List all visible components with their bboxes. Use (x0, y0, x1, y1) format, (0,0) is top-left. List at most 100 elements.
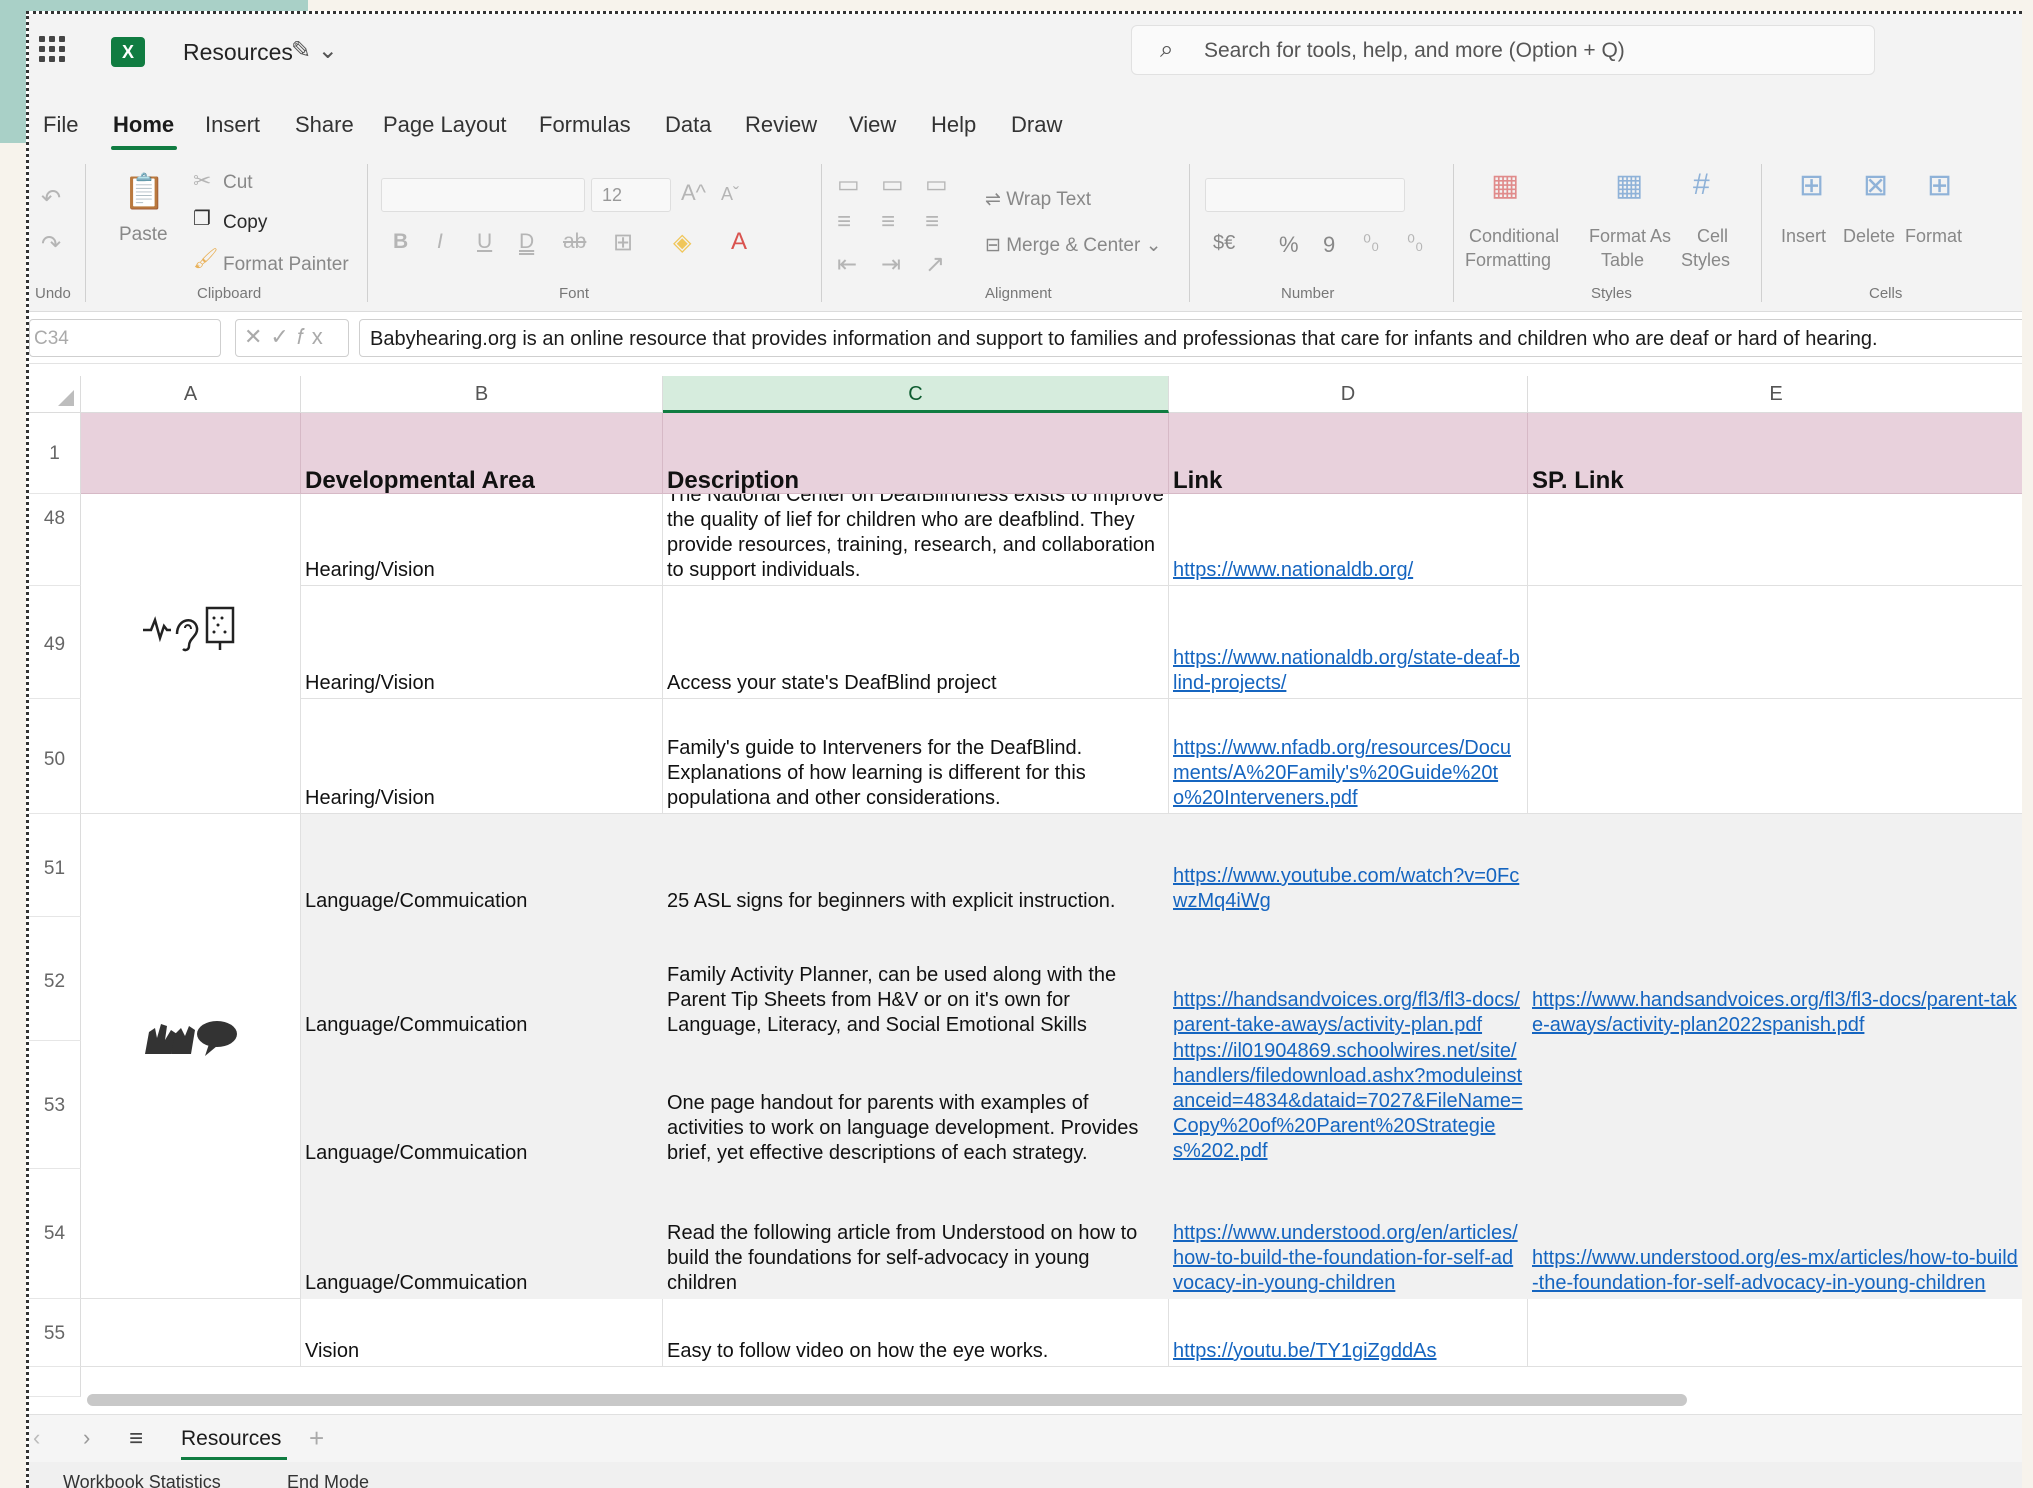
delete-cells-icon[interactable]: ⊠ (1863, 168, 1888, 203)
row-header-1[interactable]: 1 (29, 413, 81, 494)
format-painter-button[interactable]: Format Painter (223, 254, 349, 276)
cell-styles-icon[interactable]: # (1693, 168, 1710, 202)
row-header-53[interactable]: 53 (29, 1041, 81, 1169)
number-format-select[interactable] (1205, 178, 1405, 212)
hyperlink[interactable]: https://www.nationaldb.org/state-deaf-bl… (1173, 646, 1523, 696)
format-painter-icon[interactable]: 🖌 (193, 246, 218, 271)
hyperlink[interactable]: https://www.nfadb.org/resources/Document… (1173, 736, 1523, 811)
hyperlink[interactable]: https://www.understood.org/es-mx/article… (1532, 1246, 2020, 1296)
increase-decimal-icon[interactable]: ⁰₀ (1363, 230, 1379, 255)
align-middle-icon[interactable]: ▭ (881, 170, 904, 199)
paste-icon[interactable]: 📋 (123, 172, 165, 212)
format-as-table-label-1[interactable]: Format As (1589, 226, 1671, 247)
row-header-50[interactable]: 50 (29, 699, 81, 814)
underline-icon[interactable]: U (477, 230, 492, 254)
horizontal-scrollbar[interactable] (87, 1394, 1687, 1406)
tab-help[interactable]: Help (931, 112, 976, 138)
row-header-55[interactable]: 55 (29, 1299, 81, 1367)
decrease-indent-icon[interactable]: ⇤ (837, 250, 857, 279)
paste-button[interactable]: Paste (119, 224, 168, 246)
cell-d51[interactable]: https://www.youtube.com/watch?v=0FcwzMq4… (1169, 814, 1528, 917)
row-header-56[interactable] (29, 1367, 81, 1397)
cell-e55[interactable] (1528, 1299, 2022, 1367)
hyperlink[interactable]: https://youtu.be/TY1giZgddAs (1173, 1339, 1523, 1364)
column-header-e[interactable]: E (1528, 376, 2022, 413)
cell-e51[interactable] (1528, 814, 2022, 917)
cell-b54[interactable]: Language/Commuication (301, 1169, 663, 1299)
row-header-51[interactable]: 51 (29, 814, 81, 917)
align-top-icon[interactable]: ▭ (837, 170, 860, 199)
cut-button[interactable]: Cut (223, 172, 253, 194)
tab-home[interactable]: Home (113, 112, 174, 138)
cell-d48[interactable]: https://www.nationaldb.org/ (1169, 494, 1528, 586)
font-name-select[interactable] (381, 178, 585, 212)
cell-b50[interactable]: Hearing/Vision (301, 699, 663, 814)
scroll-left-icon[interactable]: ‹ (33, 1425, 40, 1451)
tab-review[interactable]: Review (745, 112, 817, 138)
cell-a51-merged[interactable] (81, 814, 301, 1299)
conditional-formatting-label-2[interactable]: Formatting (1465, 250, 1551, 271)
column-header-d[interactable]: D (1169, 376, 1528, 413)
strikethrough-icon[interactable]: ab (563, 230, 586, 254)
formula-input[interactable]: Babyhearing.org is an online resource th… (359, 319, 2022, 357)
conditional-formatting-label-1[interactable]: Conditional (1469, 226, 1559, 247)
cell-e52[interactable]: https://www.handsandvoices.org/fl3/fl3-d… (1528, 917, 2022, 1041)
italic-icon[interactable]: I (437, 230, 443, 254)
cell-c48[interactable]: The National Center on DeafBlindness exi… (663, 494, 1169, 586)
undo-icon[interactable]: ↶ (41, 184, 61, 213)
cell-d50[interactable]: https://www.nfadb.org/resources/Document… (1169, 699, 1528, 814)
formula-controls[interactable]: ✕✓𝑓x (235, 319, 349, 357)
currency-button[interactable]: $€ (1213, 232, 1235, 255)
hyperlink[interactable]: https://www.youtube.com/watch?v=0FcwzMq4… (1173, 864, 1523, 914)
cell-c54[interactable]: Read the following article from Understo… (663, 1169, 1169, 1299)
add-sheet-button[interactable]: + (309, 1423, 324, 1454)
tab-draw[interactable]: Draw (1011, 112, 1062, 138)
sheet-tab-resources[interactable]: Resources (181, 1427, 281, 1451)
cell-e50[interactable] (1528, 699, 2022, 814)
borders-icon[interactable]: ⊞ (613, 228, 633, 257)
search-box[interactable]: ⌕ Search for tools, help, and more (Opti… (1131, 25, 1875, 75)
align-left-icon[interactable]: ≡ (837, 208, 851, 236)
bold-icon[interactable]: B (393, 230, 408, 254)
row-header-54[interactable]: 54 (29, 1169, 81, 1299)
cell-d52[interactable]: https://handsandvoices.org/fl3/fl3-docs/… (1169, 917, 1528, 1041)
format-as-table-label-2[interactable]: Table (1601, 250, 1644, 271)
cell-c51[interactable]: 25 ASL signs for beginners with explicit… (663, 814, 1169, 917)
align-right-icon[interactable]: ≡ (925, 208, 939, 236)
row-header-48[interactable]: 48 (29, 494, 81, 586)
cell-a48-merged[interactable] (81, 494, 301, 814)
cell-d53[interactable]: https://il01904869.schoolwires.net/site/… (1169, 1040, 1528, 1169)
align-center-icon[interactable]: ≡ (881, 208, 895, 236)
document-title[interactable]: Resources (183, 39, 293, 66)
cell-a55[interactable] (81, 1299, 301, 1367)
format-cells-icon[interactable]: ⊞ (1927, 168, 1952, 203)
cell-d55[interactable]: https://youtu.be/TY1giZgddAs (1169, 1299, 1528, 1367)
hyperlink[interactable]: https://www.handsandvoices.org/fl3/fl3-d… (1532, 988, 2020, 1038)
name-box[interactable]: C34 (29, 319, 221, 357)
redo-icon[interactable]: ↷ (41, 230, 61, 259)
insert-cells-icon[interactable]: ⊞ (1799, 168, 1824, 203)
cell-b52[interactable]: Language/Commuication (301, 917, 663, 1041)
tab-data[interactable]: Data (665, 112, 711, 138)
column-header-b[interactable]: B (301, 376, 663, 413)
cell-styles-label-1[interactable]: Cell (1697, 226, 1728, 247)
cell-d49[interactable]: https://www.nationaldb.org/state-deaf-bl… (1169, 586, 1528, 699)
cell-b51[interactable]: Language/Commuication (301, 814, 663, 917)
all-sheets-menu-icon[interactable]: ≡ (129, 1425, 143, 1453)
cell-c52[interactable]: Family Activity Planner, can be used alo… (663, 917, 1169, 1041)
delete-cells-button[interactable]: Delete (1843, 226, 1895, 247)
cell-d54[interactable]: https://www.understood.org/en/articles/h… (1169, 1169, 1528, 1299)
insert-cells-button[interactable]: Insert (1781, 226, 1826, 247)
increase-indent-icon[interactable]: ⇥ (881, 250, 901, 279)
merge-center-button[interactable]: ⊟ Merge & Center ⌄ (985, 234, 1162, 257)
cell-b48[interactable]: Hearing/Vision (301, 494, 663, 586)
workbook-statistics[interactable]: Workbook Statistics (63, 1472, 221, 1488)
tab-insert[interactable]: Insert (205, 112, 260, 138)
font-size-select[interactable]: 12 (591, 178, 671, 212)
format-cells-button[interactable]: Format (1905, 226, 1962, 247)
font-color-icon[interactable]: A (731, 228, 747, 256)
cell-e53[interactable] (1528, 1041, 2022, 1169)
cell-b55[interactable]: Vision (301, 1299, 663, 1367)
cell-b49[interactable]: Hearing/Vision (301, 586, 663, 699)
cell-styles-label-2[interactable]: Styles (1681, 250, 1730, 271)
